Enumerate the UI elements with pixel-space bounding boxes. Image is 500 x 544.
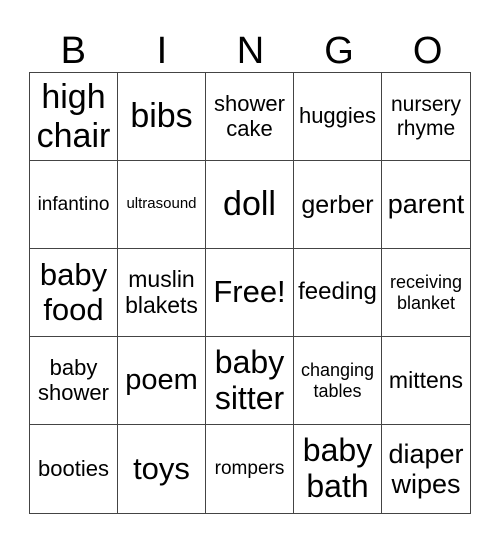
bingo-cell: nursery rhyme xyxy=(382,73,470,161)
bingo-cell: gerber xyxy=(294,161,382,249)
bingo-cell: high chair xyxy=(30,73,118,161)
bingo-cell: baby sitter xyxy=(206,337,294,425)
bingo-cell: ultrasound xyxy=(118,161,206,249)
bingo-cell: booties xyxy=(30,425,118,513)
header-letter-i: I xyxy=(156,30,168,72)
bingo-cell: infantino xyxy=(30,161,118,249)
bingo-cell: huggies xyxy=(294,73,382,161)
header-letter-o: O xyxy=(412,30,443,72)
bingo-cell: bibs xyxy=(118,73,206,161)
bingo-cell: toys xyxy=(118,425,206,513)
header-letter-b: B xyxy=(60,30,86,72)
bingo-cell: rompers xyxy=(206,425,294,513)
bingo-cell: baby bath xyxy=(294,425,382,513)
bingo-cell: baby shower xyxy=(30,337,118,425)
bingo-cell: baby food xyxy=(30,249,118,337)
bingo-cell: changing tables xyxy=(294,337,382,425)
bingo-cell: mittens xyxy=(382,337,470,425)
bingo-cell: poem xyxy=(118,337,206,425)
bingo-grid: high chair bibs shower cake huggies nurs… xyxy=(29,72,471,514)
bingo-cell: diaper wipes xyxy=(388,438,464,499)
free-space: Free! xyxy=(206,249,294,337)
bingo-cell: feeding xyxy=(294,249,382,337)
bingo-cell: shower cake xyxy=(206,73,294,161)
bingo-cell: receiving blanket xyxy=(382,249,470,337)
bingo-cell: parent xyxy=(382,161,470,249)
bingo-header: B I N G O xyxy=(29,30,472,72)
header-letter-g: G xyxy=(324,30,354,72)
header-letter-n: N xyxy=(236,30,265,72)
bingo-cell: doll xyxy=(206,161,294,249)
bingo-cell: muslin blakets xyxy=(118,249,206,337)
